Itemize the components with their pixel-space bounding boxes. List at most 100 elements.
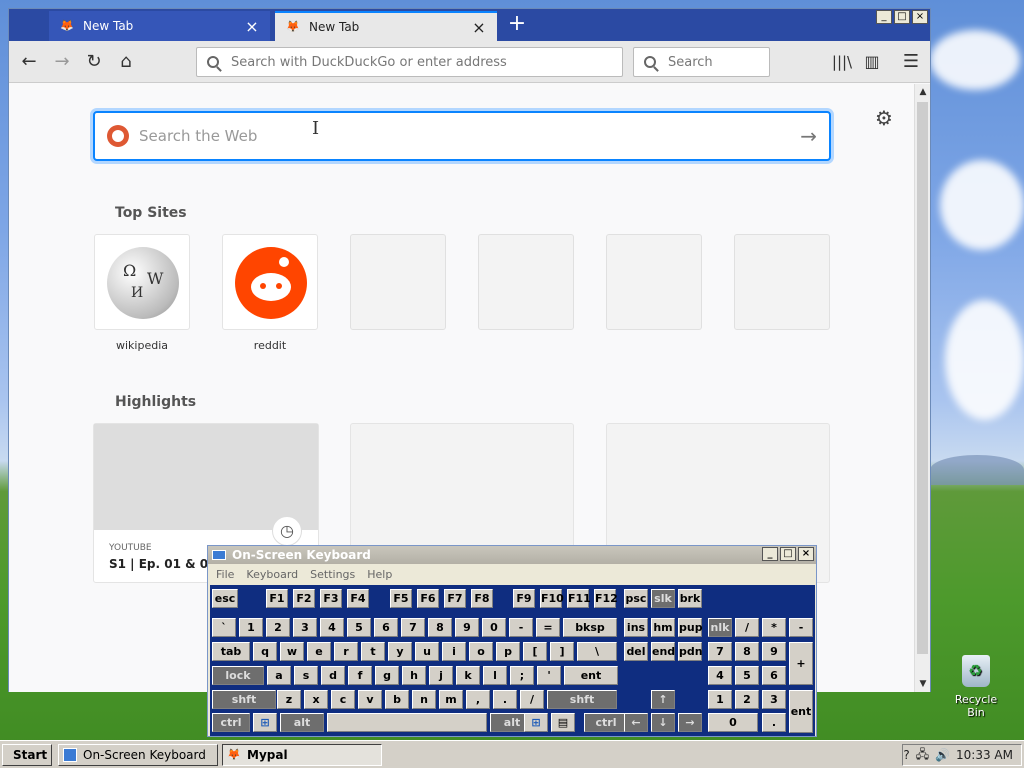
top-site-empty[interactable] [478, 234, 574, 330]
osk-key[interactable]: alt [280, 713, 324, 732]
close-button[interactable]: × [912, 10, 928, 24]
osk-key[interactable]: t [361, 642, 385, 661]
scroll-down-icon[interactable]: ▼ [915, 676, 931, 692]
osk-key[interactable]: p [496, 642, 520, 661]
osk-key[interactable]: 7 [708, 642, 732, 661]
osk-key[interactable]: slk [651, 589, 675, 608]
osk-key[interactable]: w [280, 642, 304, 661]
osk-key[interactable]: i [442, 642, 466, 661]
osk-key[interactable]: bksp [563, 618, 617, 637]
osk-key[interactable]: pup [678, 618, 703, 637]
osk-key[interactable]: 2 [735, 690, 759, 709]
osk-key[interactable]: a [267, 666, 291, 685]
osk-key[interactable]: , [466, 690, 490, 709]
osk-key[interactable]: 8 [428, 618, 452, 637]
osk-key[interactable]: 1 [708, 690, 732, 709]
osk-key[interactable]: v [358, 690, 382, 709]
top-site-empty[interactable] [606, 234, 702, 330]
osk-key-menu[interactable]: ▤ [551, 713, 575, 732]
osk-key[interactable]: F2 [293, 589, 315, 608]
tab-1[interactable]: 🦊 New Tab × [49, 11, 270, 41]
menu-help[interactable]: Help [367, 568, 392, 581]
osk-key[interactable]: s [294, 666, 318, 685]
recycle-bin[interactable]: Recycle Bin [946, 655, 1006, 719]
osk-key[interactable]: o [469, 642, 493, 661]
url-bar[interactable]: Search with DuckDuckGo or enter address [196, 47, 623, 77]
osk-key[interactable]: g [375, 666, 399, 685]
osk-key[interactable]: F3 [320, 589, 342, 608]
osk-key[interactable]: u [415, 642, 439, 661]
osk-key[interactable]: 4 [708, 666, 732, 685]
osk-key[interactable]: F5 [390, 589, 412, 608]
osk-key[interactable]: l [483, 666, 507, 685]
osk-key[interactable]: nlk [708, 618, 732, 637]
osk-key[interactable]: 1 [239, 618, 263, 637]
menu-settings[interactable]: Settings [310, 568, 355, 581]
osk-key[interactable]: 2 [266, 618, 290, 637]
arrow-right-icon[interactable]: → [800, 124, 817, 148]
home-icon[interactable]: ⌂ [113, 49, 139, 75]
reload-icon[interactable]: ↻ [81, 49, 107, 75]
osk-key[interactable]: \ [577, 642, 617, 661]
osk-key[interactable]: m [439, 690, 463, 709]
osk-key[interactable]: lock [212, 666, 264, 685]
top-site-reddit[interactable] [222, 234, 318, 330]
osk-key[interactable]: F4 [347, 589, 369, 608]
osk-title-bar[interactable]: On-Screen Keyboard _ □ × [208, 546, 816, 564]
osk-key[interactable]: j [429, 666, 453, 685]
scroll-thumb[interactable] [917, 102, 928, 654]
help-icon[interactable]: ? [903, 748, 909, 762]
osk-key[interactable]: F8 [471, 589, 493, 608]
osk-key[interactable]: * [762, 618, 786, 637]
osk-key[interactable]: b [385, 690, 409, 709]
osk-key[interactable]: F6 [417, 589, 439, 608]
close-tab-icon[interactable]: × [244, 17, 260, 36]
osk-key[interactable]: = [536, 618, 560, 637]
osk-key[interactable]: r [334, 642, 358, 661]
osk-key[interactable]: 9 [455, 618, 479, 637]
maximize-button[interactable]: □ [894, 10, 910, 24]
volume-icon[interactable]: 🔊 [935, 748, 950, 762]
osk-key[interactable]: F11 [567, 589, 591, 608]
osk-key[interactable]: 9 [762, 642, 786, 661]
osk-key[interactable]: ` [212, 618, 236, 637]
osk-key[interactable]: ] [550, 642, 574, 661]
osk-key[interactable]: 3 [293, 618, 317, 637]
osk-key[interactable]: d [321, 666, 345, 685]
osk-key[interactable]: k [456, 666, 480, 685]
osk-key[interactable]: ' [537, 666, 561, 685]
osk-key[interactable]: f [348, 666, 372, 685]
osk-key[interactable]: . [762, 713, 786, 732]
osk-key[interactable]: [ [523, 642, 547, 661]
osk-key[interactable]: - [509, 618, 533, 637]
back-icon[interactable]: ← [16, 49, 42, 75]
taskbar-item-mypal[interactable]: 🦊 Mypal [222, 744, 382, 766]
osk-key[interactable]: ent [564, 666, 618, 685]
minimize-button[interactable]: _ [876, 10, 892, 24]
tab-2[interactable]: 🦊 New Tab × [275, 11, 497, 41]
osk-key[interactable]: 0 [482, 618, 506, 637]
forward-icon[interactable]: → [49, 49, 75, 75]
osk-key[interactable]: e [307, 642, 331, 661]
close-tab-icon[interactable]: × [471, 18, 487, 37]
osk-key[interactable]: ↓ [651, 713, 675, 732]
osk-key[interactable]: h [402, 666, 426, 685]
osk-close-button[interactable]: × [798, 547, 814, 561]
osk-key[interactable]: 4 [320, 618, 344, 637]
new-tab-button[interactable]: + [505, 13, 529, 37]
search-bar[interactable]: Search [633, 47, 770, 77]
osk-key[interactable]: hm [651, 618, 675, 637]
osk-key[interactable]: + [789, 642, 813, 685]
osk-key[interactable]: F1 [266, 589, 288, 608]
osk-key[interactable]: / [735, 618, 759, 637]
osk-maximize-button[interactable]: □ [780, 547, 796, 561]
osk-key[interactable]: esc [212, 589, 238, 608]
osk-key[interactable]: shft [547, 690, 617, 709]
vertical-scrollbar[interactable]: ▲ ▼ [914, 84, 930, 692]
osk-key[interactable]: ins [624, 618, 648, 637]
osk-key[interactable]: ctrl [212, 713, 250, 732]
web-search-box[interactable]: Search the Web → [93, 111, 831, 161]
menu-icon[interactable]: ☰ [898, 49, 924, 75]
top-site-wikipedia[interactable]: Ω W И [94, 234, 190, 330]
scroll-up-icon[interactable]: ▲ [915, 84, 931, 100]
